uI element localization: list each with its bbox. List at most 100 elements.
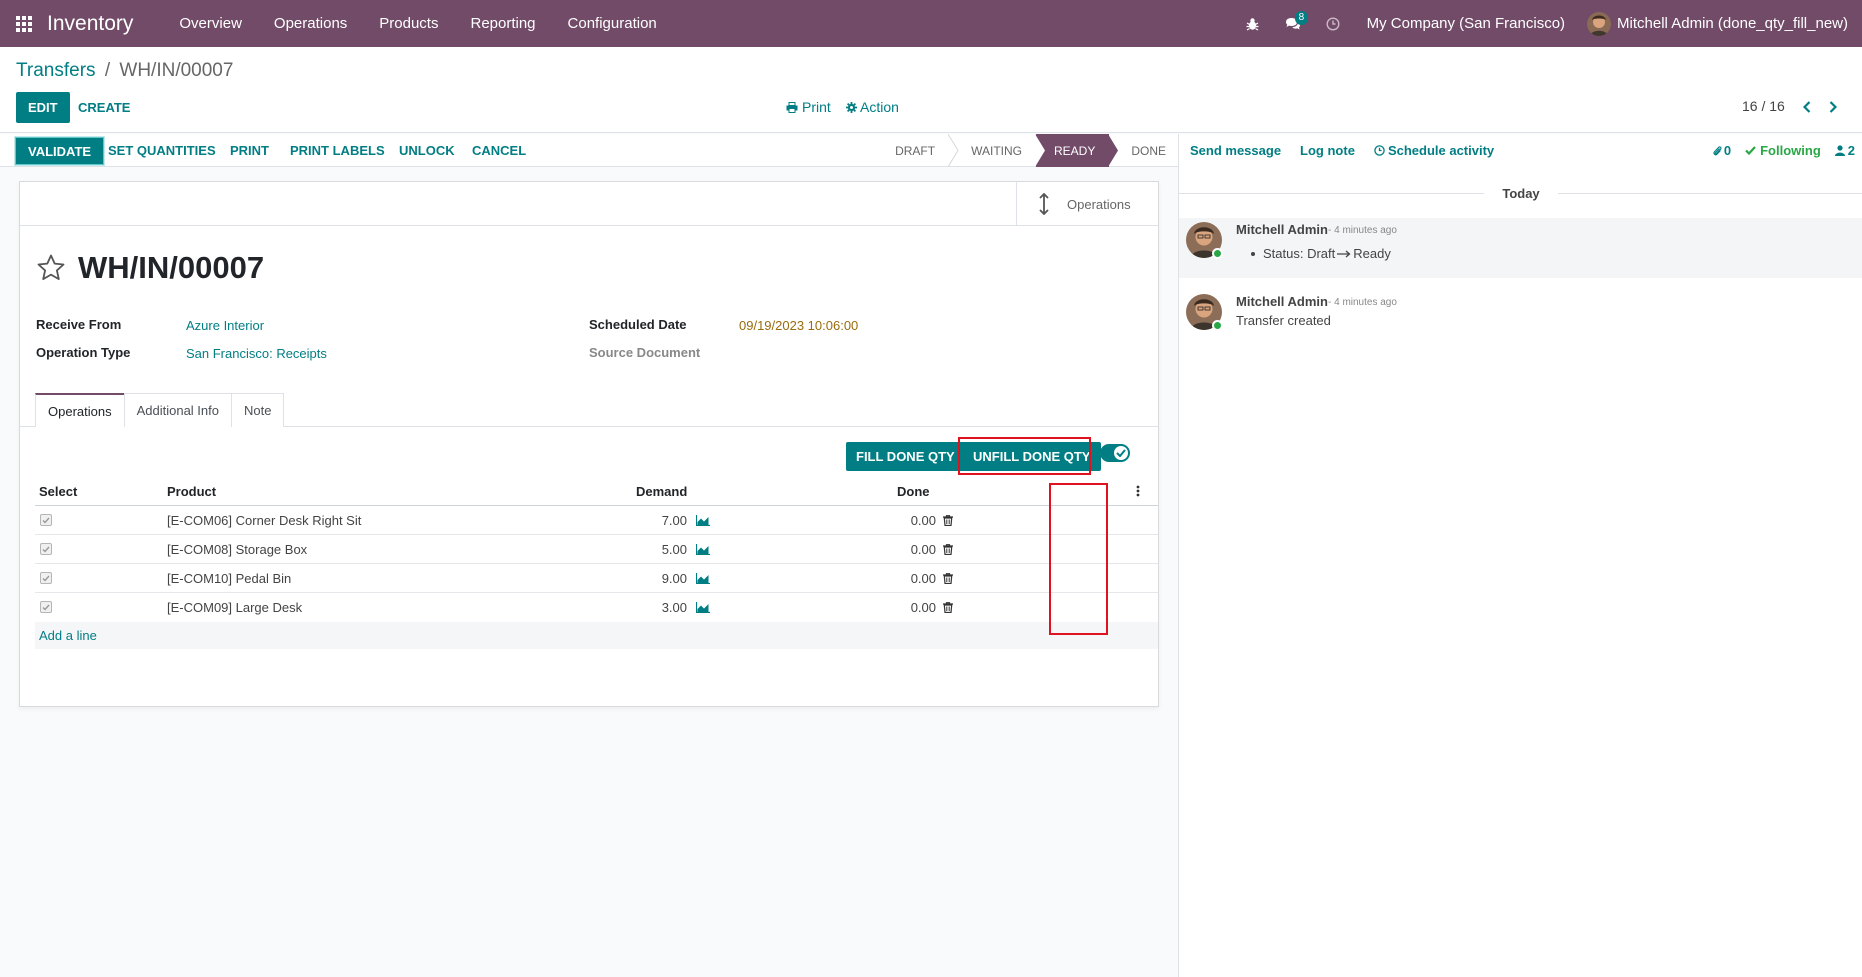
pager-previous-icon[interactable] [1796, 96, 1818, 118]
row-done[interactable]: 0.00 [896, 535, 936, 563]
operations-smart-button[interactable]: Operations [1016, 182, 1158, 226]
table-row[interactable]: [E-COM10] Pedal Bin 9.00 0.00 [35, 564, 1158, 593]
scheduled-date-label: Scheduled Date [589, 317, 687, 332]
message-author[interactable]: Mitchell Admin [1236, 294, 1328, 309]
online-status-dot [1212, 248, 1223, 259]
debug-bug-icon[interactable] [1233, 0, 1273, 47]
edit-button[interactable]: EDIT [16, 92, 70, 123]
table-row[interactable]: [E-COM09] Large Desk 3.00 0.00 [35, 593, 1158, 622]
user-menu[interactable]: Mitchell Admin (done_qty_fill_new) [1587, 11, 1862, 36]
menu-reporting[interactable]: Reporting [454, 0, 551, 47]
trash-icon[interactable] [943, 564, 953, 592]
forecast-chart-icon[interactable] [696, 564, 710, 592]
column-options-icon[interactable] [1136, 477, 1140, 505]
tab-operations[interactable]: Operations [35, 393, 125, 427]
title-row: WH/IN/00007 [36, 250, 264, 286]
activity-clock-icon[interactable] [1313, 0, 1353, 47]
print-dropdown[interactable]: Print [786, 99, 831, 115]
state-done[interactable]: DONE [1109, 134, 1178, 167]
row-done[interactable]: 0.00 [896, 506, 936, 534]
operation-type-value[interactable]: San Francisco: Receipts [186, 346, 327, 361]
favorite-star-icon[interactable] [36, 253, 66, 283]
log-note-button[interactable]: Log note [1300, 143, 1355, 158]
table-row[interactable]: [E-COM08] Storage Box 5.00 0.00 [35, 535, 1158, 564]
col-done[interactable]: Done [897, 477, 930, 505]
table-row[interactable]: [E-COM06] Corner Desk Right Sit 7.00 0.0… [35, 506, 1158, 535]
status-bar: VALIDATE SET QUANTITIES PRINT PRINT LABE… [0, 134, 1178, 167]
send-message-button[interactable]: Send message [1190, 143, 1281, 158]
forecast-chart-icon[interactable] [696, 506, 710, 534]
trash-icon[interactable] [943, 506, 953, 534]
menu-overview[interactable]: Overview [163, 0, 258, 47]
breadcrumb: Transfers / WH/IN/00007 [16, 60, 233, 82]
row-product[interactable]: [E-COM10] Pedal Bin [167, 564, 291, 592]
following-label: Following [1760, 143, 1821, 158]
state-waiting[interactable]: WAITING [949, 134, 1045, 167]
row-done[interactable]: 0.00 [896, 593, 936, 621]
cancel-button[interactable]: CANCEL [472, 134, 526, 167]
top-navbar: Inventory Overview Operations Products R… [0, 0, 1862, 47]
print-button[interactable]: PRINT [230, 134, 269, 167]
row-product[interactable]: [E-COM08] Storage Box [167, 535, 307, 563]
set-quantities-button[interactable]: SET QUANTITIES [108, 134, 216, 167]
author-avatar[interactable] [1186, 222, 1223, 259]
receive-from-value[interactable]: Azure Interior [186, 318, 264, 333]
button-box: Operations [20, 182, 1158, 226]
validate-button[interactable]: VALIDATE [15, 137, 105, 165]
attachments-count: 0 [1723, 143, 1732, 158]
action-dropdown[interactable]: Action [846, 99, 899, 115]
forecast-chart-icon[interactable] [696, 593, 710, 621]
toggle-switch[interactable] [1100, 444, 1130, 462]
schedule-activity-button[interactable]: Schedule activity [1374, 143, 1494, 158]
paperclip-icon [1713, 145, 1722, 155]
menu-configuration[interactable]: Configuration [552, 0, 673, 47]
author-avatar[interactable] [1186, 294, 1223, 331]
row-checkbox[interactable] [40, 535, 52, 563]
breadcrumb-separator: / [104, 60, 111, 81]
breadcrumb-transfers[interactable]: Transfers [16, 60, 96, 81]
tab-note[interactable]: Note [231, 393, 285, 427]
user-name: Mitchell Admin (done_qty_fill_new) [1617, 15, 1848, 32]
messages-icon[interactable]: 8 [1273, 0, 1313, 47]
state-ready[interactable]: READY [1035, 134, 1119, 167]
row-done[interactable]: 0.00 [896, 564, 936, 592]
user-avatar [1587, 11, 1612, 36]
tab-additional-info[interactable]: Additional Info [123, 393, 232, 427]
col-product[interactable]: Product [167, 477, 216, 505]
menu-products[interactable]: Products [363, 0, 454, 47]
add-line-link[interactable]: Add a line [35, 622, 1158, 649]
date-separator: Today [1179, 184, 1862, 202]
forecast-chart-icon[interactable] [696, 535, 710, 563]
pager-value[interactable]: 16 / 16 [1742, 98, 1785, 114]
print-label: Print [802, 99, 831, 115]
attachments-button[interactable]: 0 [1713, 143, 1731, 158]
followers-button[interactable]: 2 [1834, 143, 1855, 158]
unlock-button[interactable]: UNLOCK [399, 134, 455, 167]
create-button[interactable]: CREATE [70, 92, 138, 123]
menu-operations[interactable]: Operations [258, 0, 363, 47]
row-product[interactable]: [E-COM09] Large Desk [167, 593, 302, 621]
vertical-arrows-icon [1039, 193, 1049, 215]
apps-menu-icon[interactable] [0, 0, 47, 47]
row-checkbox[interactable] [40, 593, 52, 621]
following-button[interactable]: Following [1745, 143, 1821, 158]
scheduled-date-value[interactable]: 09/19/2023 10:06:00 [739, 318, 858, 333]
row-product[interactable]: [E-COM06] Corner Desk Right Sit [167, 506, 361, 534]
company-switcher[interactable]: My Company (San Francisco) [1353, 15, 1587, 32]
app-name[interactable]: Inventory [47, 12, 133, 36]
row-checkbox[interactable] [40, 506, 52, 534]
fill-done-qty-button[interactable]: FILL DONE QTY [846, 442, 965, 471]
state-draft[interactable]: DRAFT [873, 134, 959, 167]
col-demand[interactable]: Demand [636, 477, 687, 505]
message-author[interactable]: Mitchell Admin [1236, 222, 1328, 237]
tracking-field: Status: [1263, 246, 1304, 261]
row-checkbox[interactable] [40, 564, 52, 592]
pager-next-icon[interactable] [1822, 96, 1844, 118]
trash-icon[interactable] [943, 593, 953, 621]
chatter-message: Mitchell Admin - 4 minutes ago Status: D… [1179, 218, 1862, 278]
message-tracking: Status: Draft Ready [1251, 246, 1391, 261]
print-labels-button[interactable]: PRINT LABELS [290, 134, 385, 167]
state-divider-icon [948, 134, 959, 167]
trash-icon[interactable] [943, 535, 953, 563]
col-select[interactable]: Select [39, 477, 77, 505]
